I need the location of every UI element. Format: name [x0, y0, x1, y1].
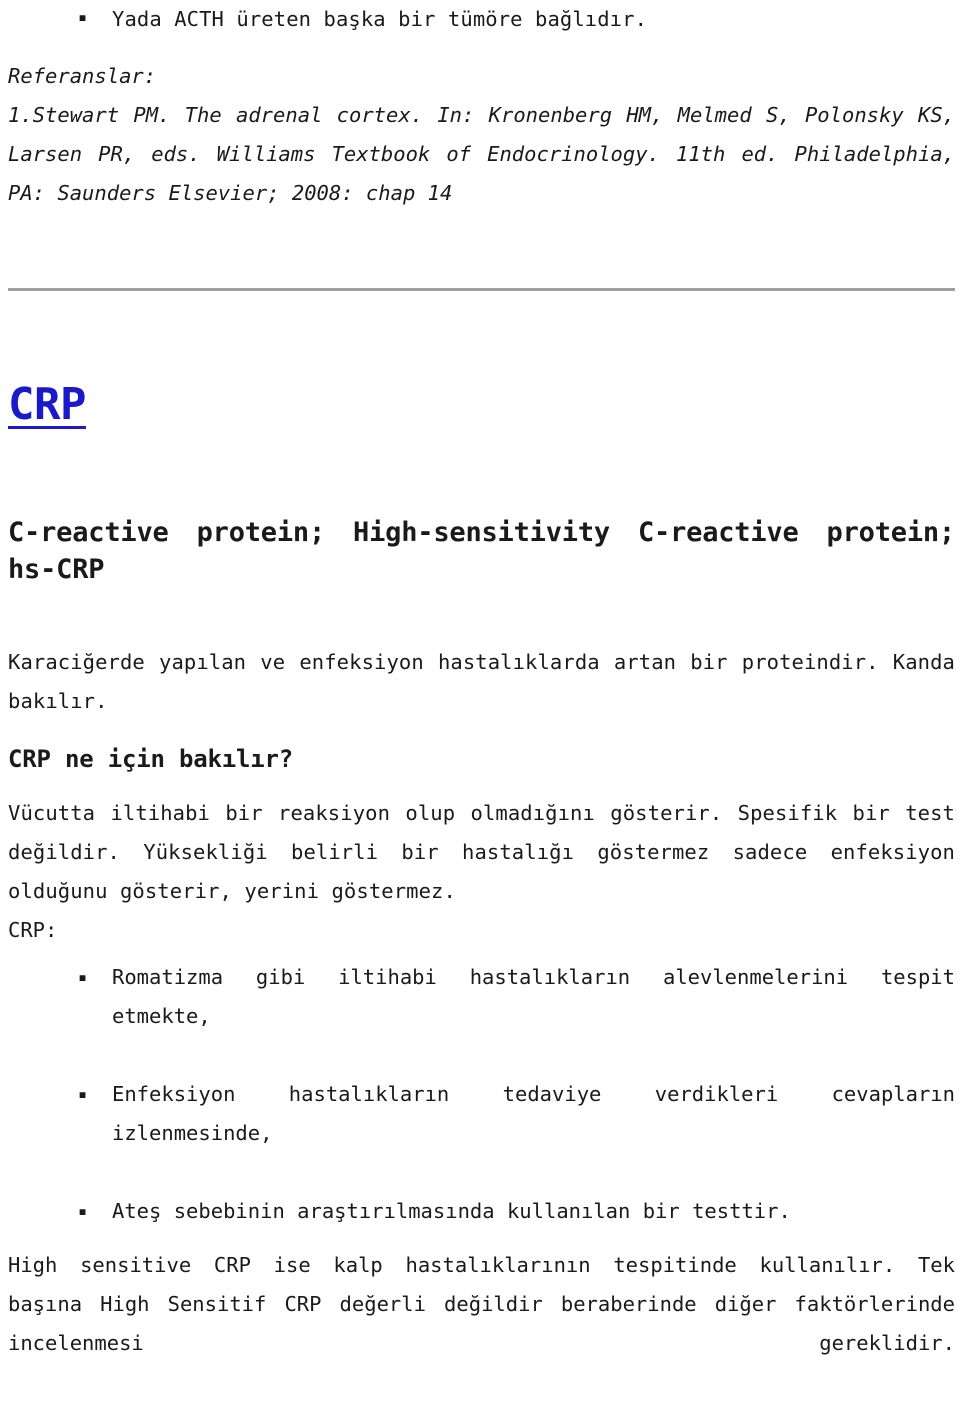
section-divider: [8, 288, 955, 291]
continuation-bullet-list: Yada ACTH üreten başka bir tümöre bağlıd…: [8, 2, 955, 35]
intro-paragraph: Karaciğerde yapılan ve enfeksiyon hastal…: [8, 650, 955, 713]
uses-list-label: CRP:: [8, 918, 58, 942]
list-item-text: Ateş sebebinin araştırılmasında kullanıl…: [112, 1199, 791, 1223]
article-anchor-heading: CRP: [8, 379, 955, 430]
list-item-text: Romatizma gibi iltihabi hastalıkların al…: [112, 965, 955, 1028]
page-title: C-reactive protein; High-sensitivity C-r…: [8, 517, 955, 585]
crp-anchor-link[interactable]: CRP: [8, 379, 86, 430]
description-paragraph: Vücutta iltihabi bir reaksiyon olup olma…: [8, 801, 955, 903]
list-item: Yada ACTH üreten başka bir tümöre bağlıd…: [8, 2, 955, 35]
list-item: Ateş sebebinin araştırılmasında kullanıl…: [8, 1192, 955, 1231]
references-block: Referanslar: 1.Stewart PM. The adrenal c…: [8, 57, 955, 213]
list-item: Romatizma gibi iltihabi hastalıkların al…: [8, 958, 955, 1075]
references-label: Referanslar:: [8, 64, 157, 88]
reference-entry: 1.Stewart PM. The adrenal cortex. In: Kr…: [8, 103, 955, 205]
closing-paragraph: High sensitive CRP ise kalp hastalıkları…: [8, 1253, 955, 1355]
list-item: Enfeksiyon hastalıkların tedaviye verdik…: [8, 1075, 955, 1192]
document-page: Yada ACTH üreten başka bir tümöre bağlıd…: [0, 2, 960, 1402]
list-item-text: Enfeksiyon hastalıkların tedaviye verdik…: [112, 1082, 955, 1145]
section-heading-crp-purpose: CRP ne için bakılır?: [8, 745, 293, 773]
uses-bullet-list: Romatizma gibi iltihabi hastalıkların al…: [8, 958, 955, 1231]
